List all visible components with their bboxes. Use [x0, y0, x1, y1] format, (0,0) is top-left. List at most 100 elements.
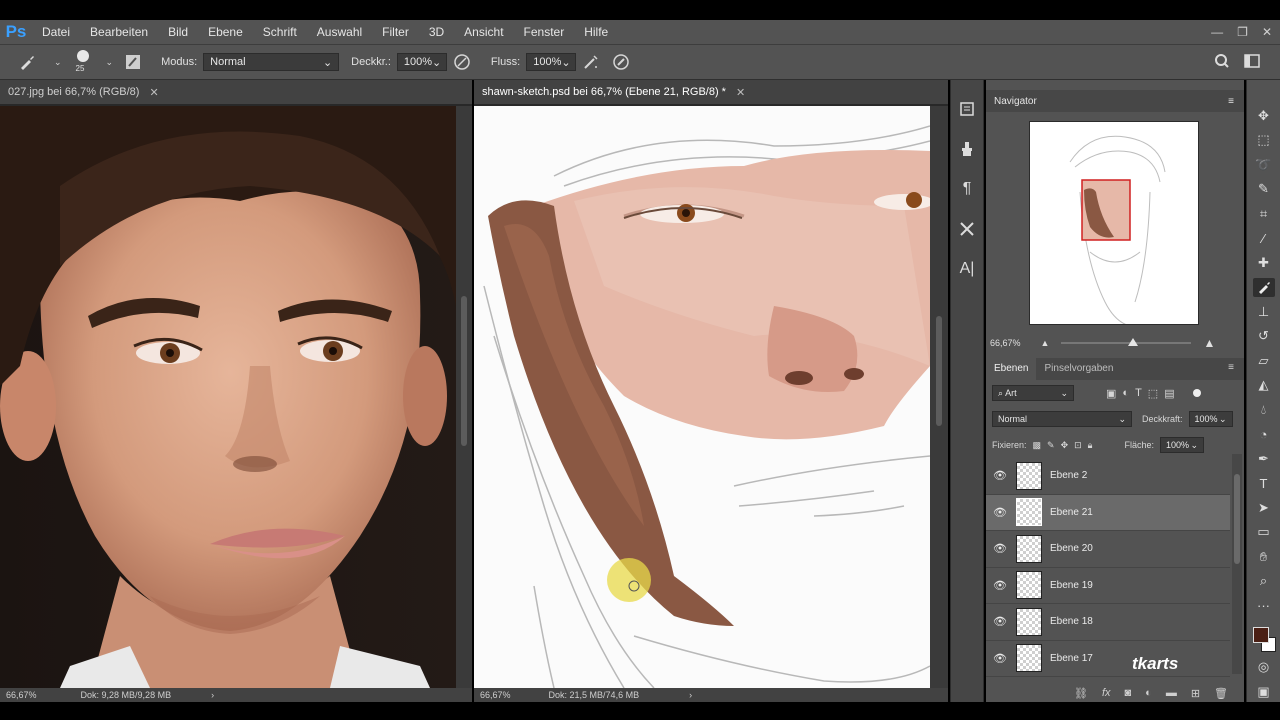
screen-mode-icon[interactable]: ▣: [1253, 682, 1275, 702]
zoom-level[interactable]: 66,67%: [480, 690, 511, 700]
scrollbar-thumb[interactable]: [461, 296, 467, 446]
menu-datei[interactable]: Datei: [32, 20, 80, 44]
menu-filter[interactable]: Filter: [372, 20, 419, 44]
filter-pixel-icon[interactable]: ▣: [1106, 387, 1116, 400]
lock-transparent-icon[interactable]: ▩: [1033, 440, 1042, 451]
lock-image-icon[interactable]: ✎: [1047, 440, 1055, 451]
history-brush-tool-icon[interactable]: ↺: [1253, 327, 1275, 347]
move-tool-icon[interactable]: ✥: [1253, 106, 1275, 126]
menu-bild[interactable]: Bild: [158, 20, 198, 44]
doc-tab-photo[interactable]: 027.jpg bei 66,7% (RGB/8) ✕: [0, 80, 472, 104]
blur-tool-icon[interactable]: 💧︎: [1253, 400, 1275, 420]
painting-canvas[interactable]: [474, 106, 930, 688]
layer-row[interactable]: 👁︎ Ebene 18: [986, 604, 1230, 641]
fill-input[interactable]: 100% ⌄: [1159, 437, 1204, 453]
crop-tool-icon[interactable]: ⌗: [1253, 204, 1275, 224]
trash-icon[interactable]: 🗑︎: [1214, 687, 1228, 700]
layers-scrollbar[interactable]: [1232, 454, 1242, 674]
workspace-icon[interactable]: [1244, 53, 1260, 69]
reference-photo[interactable]: [0, 106, 456, 688]
path-selection-tool-icon[interactable]: ➤: [1253, 498, 1275, 518]
zoom-in-icon[interactable]: ▲: [1203, 336, 1215, 350]
eye-icon[interactable]: 👁︎: [986, 615, 1014, 628]
navigator-zoom-value[interactable]: 66,67%: [990, 338, 1021, 348]
brush-tool-icon[interactable]: [1252, 277, 1275, 297]
chevron-right-icon[interactable]: ›: [211, 690, 214, 700]
type-tool-icon[interactable]: T: [1253, 474, 1275, 494]
chevron-down-icon[interactable]: ⌄: [106, 57, 114, 68]
menu-3d[interactable]: 3D: [419, 20, 454, 44]
layer-opacity-input[interactable]: 100% ⌄: [1188, 411, 1233, 427]
hand-tool-icon[interactable]: ✋︎: [1253, 547, 1275, 567]
layer-row[interactable]: 👁︎ Ebene 20: [986, 531, 1230, 568]
layer-row[interactable]: 👁︎ Ebene 17: [986, 641, 1230, 677]
pen-tool-icon[interactable]: ✒︎: [1253, 449, 1275, 469]
eraser-tool-icon[interactable]: ▱: [1253, 351, 1275, 371]
clone-source-icon[interactable]: [956, 138, 978, 160]
lock-all-icon[interactable]: 🔒︎: [1088, 440, 1093, 451]
scrollbar-thumb[interactable]: [1234, 474, 1240, 564]
panel-menu-icon[interactable]: ≡: [1228, 362, 1234, 373]
lasso-tool-icon[interactable]: ➰: [1253, 155, 1275, 175]
navigator-zoom-slider[interactable]: [1061, 338, 1192, 346]
paint-bucket-tool-icon[interactable]: ◭: [1253, 376, 1275, 396]
pressure-opacity-icon[interactable]: [453, 53, 471, 71]
scrollbar-thumb[interactable]: [936, 316, 942, 426]
paragraph-icon[interactable]: ¶: [956, 178, 978, 200]
menu-auswahl[interactable]: Auswahl: [307, 20, 372, 44]
quick-selection-tool-icon[interactable]: ✎: [1253, 180, 1275, 200]
fx-icon[interactable]: fx: [1102, 687, 1111, 699]
zoom-out-icon[interactable]: ▲: [1041, 338, 1050, 348]
filter-smartobject-icon[interactable]: ▤: [1164, 387, 1174, 400]
more-tools-icon[interactable]: ···: [1253, 596, 1275, 616]
slider-thumb[interactable]: [1127, 338, 1138, 346]
menu-hilfe[interactable]: Hilfe: [574, 20, 618, 44]
navigator-thumbnail[interactable]: [1029, 121, 1199, 325]
add-mask-icon[interactable]: ◙: [1125, 687, 1132, 699]
minimize-icon[interactable]: —: [1211, 25, 1223, 39]
menu-bearbeiten[interactable]: Bearbeiten: [80, 20, 158, 44]
brush-panel-toggle-icon[interactable]: [125, 54, 141, 70]
opacity-input[interactable]: 100% ⌄: [396, 53, 447, 71]
menu-ansicht[interactable]: Ansicht: [454, 20, 513, 44]
chevron-right-icon[interactable]: ›: [689, 690, 692, 700]
eye-icon[interactable]: 👁︎: [986, 652, 1014, 665]
menu-fenster[interactable]: Fenster: [514, 20, 575, 44]
filter-toggle-icon[interactable]: [1192, 389, 1201, 397]
color-swatches[interactable]: [1251, 625, 1277, 653]
eye-icon[interactable]: 👁︎: [986, 506, 1014, 519]
new-layer-icon[interactable]: ⊞: [1191, 687, 1200, 700]
menu-schrift[interactable]: Schrift: [253, 20, 307, 44]
tab-layers[interactable]: Ebenen: [986, 358, 1037, 380]
history-icon[interactable]: [956, 98, 978, 120]
quick-mask-icon[interactable]: ◎: [1253, 658, 1275, 678]
layer-filter-select[interactable]: ⌕ Art ⌄: [992, 385, 1074, 401]
dodge-tool-icon[interactable]: ◔: [1253, 425, 1275, 445]
pressure-size-icon[interactable]: [612, 53, 630, 71]
restore-icon[interactable]: ❐: [1237, 25, 1248, 39]
close-icon[interactable]: ✕: [736, 86, 745, 99]
filter-adjustment-icon[interactable]: ◐: [1122, 387, 1129, 399]
close-icon[interactable]: ✕: [149, 86, 158, 99]
lock-position-icon[interactable]: ✥: [1061, 440, 1069, 451]
eye-icon[interactable]: 👁︎: [986, 579, 1014, 592]
zoom-level[interactable]: 66,67%: [6, 690, 37, 700]
zoom-tool-icon[interactable]: ⌕: [1253, 572, 1275, 592]
brush-tool-preset-icon[interactable]: [12, 53, 42, 71]
clone-stamp-tool-icon[interactable]: ⊥: [1253, 302, 1275, 322]
eye-icon[interactable]: 👁︎: [986, 469, 1014, 482]
filter-type-icon[interactable]: T: [1135, 387, 1142, 399]
tab-brush-presets[interactable]: Pinselvorgaben: [1036, 358, 1121, 380]
doc-tab-painting[interactable]: shawn-sketch.psd bei 66,7% (Ebene 21, RG…: [474, 80, 948, 104]
marquee-tool-icon[interactable]: ⬚: [1253, 131, 1275, 151]
search-icon[interactable]: [1214, 53, 1230, 69]
healing-brush-tool-icon[interactable]: ✚: [1253, 253, 1275, 273]
flow-input[interactable]: 100% ⌄: [526, 53, 577, 71]
rectangle-tool-icon[interactable]: ▭: [1253, 523, 1275, 543]
chevron-down-icon[interactable]: ⌄: [54, 57, 62, 68]
blend-mode-select[interactable]: Normal ⌄: [992, 411, 1132, 427]
vertical-scrollbar[interactable]: [930, 106, 948, 688]
character-icon[interactable]: A|: [956, 258, 978, 280]
menu-ebene[interactable]: Ebene: [198, 20, 253, 44]
layer-row[interactable]: 👁︎ Ebene 19: [986, 568, 1230, 604]
